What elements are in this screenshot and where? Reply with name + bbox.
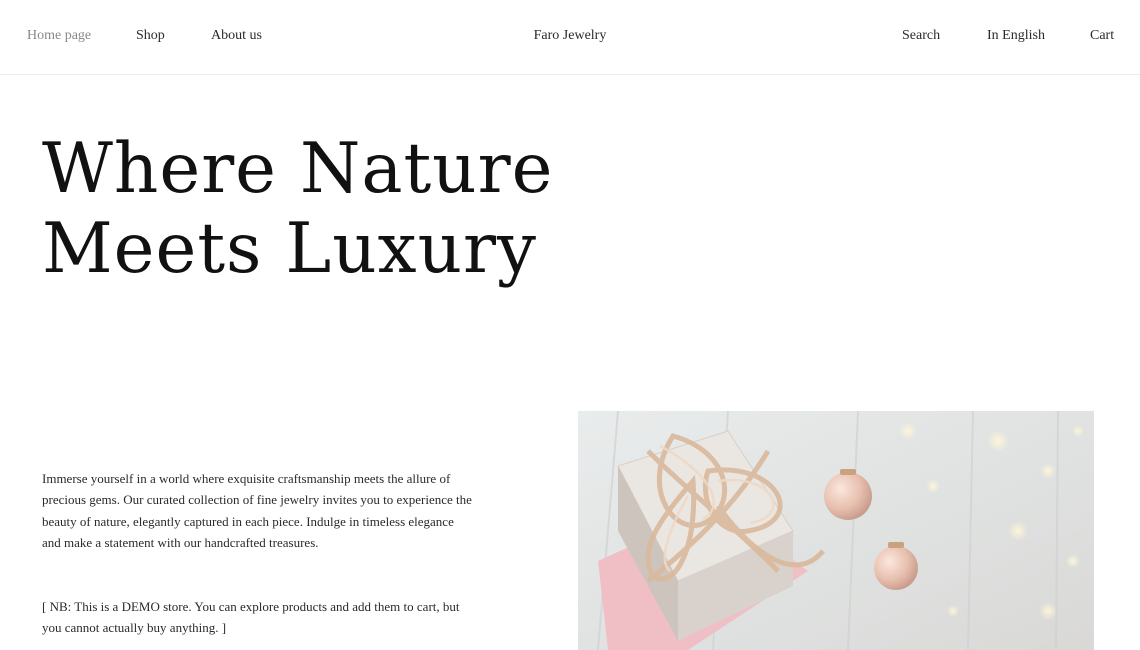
nav-search-link[interactable]: Search: [902, 28, 940, 44]
hero-title-line-2: Meets Luxury: [42, 209, 537, 289]
hero-title: Where Nature Meets Luxury: [42, 129, 662, 289]
hero-gift-image: [578, 411, 1094, 650]
top-navigation-bar: Home page Shop About us Faro Jewelry Sea…: [0, 0, 1140, 75]
hero-intro-text: Immerse yourself in a world where exquis…: [42, 471, 472, 550]
nav-language-switch[interactable]: In English: [987, 28, 1045, 44]
nav-cart-link[interactable]: Cart: [1090, 28, 1114, 44]
demo-store-note: [ NB: This is a DEMO store. You can expl…: [42, 599, 460, 636]
nav-home-link[interactable]: Home page: [27, 28, 91, 44]
brand-logo-link[interactable]: Faro Jewelry: [534, 28, 607, 43]
brand-container: Faro Jewelry: [0, 28, 1140, 44]
gift-box-photo: [578, 411, 1094, 650]
hero-title-line-1: Where Nature: [42, 129, 554, 209]
nav-shop-link[interactable]: Shop: [136, 28, 165, 44]
nav-about-link[interactable]: About us: [211, 28, 262, 44]
